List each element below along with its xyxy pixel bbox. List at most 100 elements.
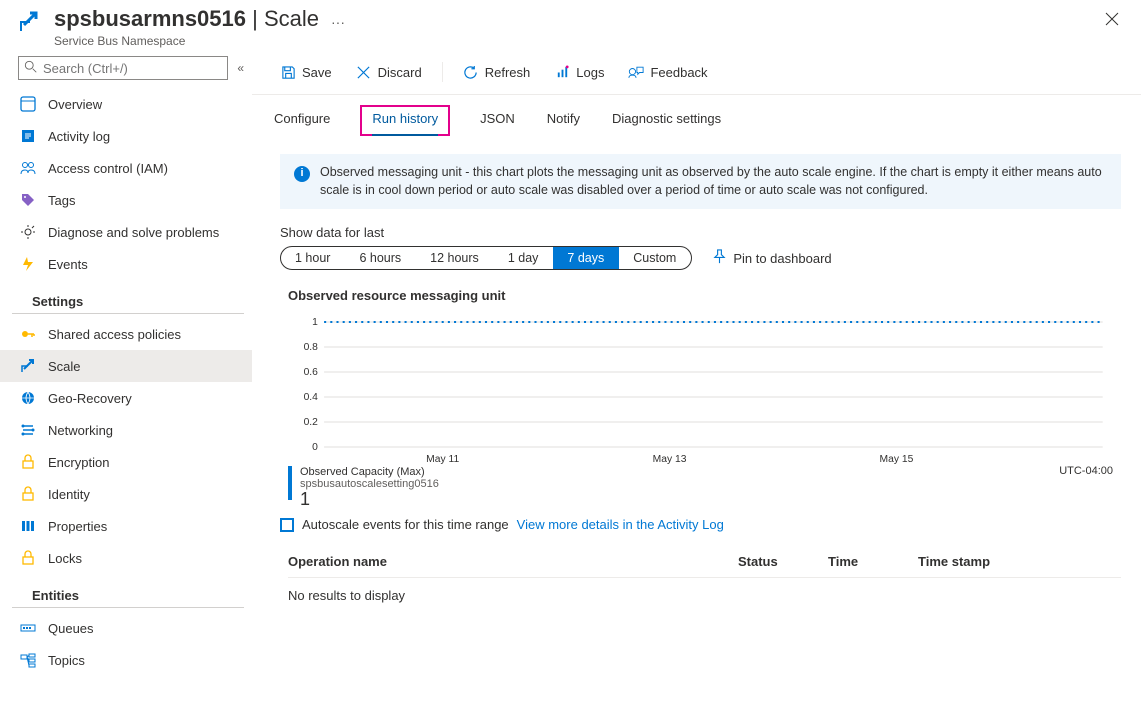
svg-text:0.6: 0.6 [304,367,319,378]
diagnose-icon [20,224,36,240]
sidebar-item-scale[interactable]: Scale [0,350,252,382]
tab-json[interactable]: JSON [478,105,517,136]
timerange-option-1-day[interactable]: 1 day [494,247,554,269]
svg-text:0.8: 0.8 [304,342,319,353]
sidebar-item-queues[interactable]: Queues [0,612,252,644]
sidebar-item-access-control-iam-[interactable]: Access control (IAM) [0,152,252,184]
feedback-button[interactable]: Feedback [620,60,715,84]
page-title: spsbusarmns0516 | Scale [54,6,319,32]
search-icon [24,60,38,77]
sidebar-item-label: Queues [48,621,94,636]
svg-text:May 13: May 13 [653,454,687,465]
overview-icon [20,96,36,112]
sidebar-item-geo-recovery[interactable]: Geo-Recovery [0,382,252,414]
timerange-option-7-days[interactable]: 7 days [553,247,619,269]
more-button[interactable]: ··· [331,6,345,30]
sidebar-item-events[interactable]: Events [0,248,252,280]
sidebar-item-overview[interactable]: Overview [0,88,252,120]
geo-icon [20,390,36,406]
info-icon: i [294,166,310,182]
logs-icon [554,64,570,80]
discard-icon [356,64,372,80]
sidebar-item-locks[interactable]: Locks [0,542,252,574]
timerange-option-12-hours[interactable]: 12 hours [416,247,494,269]
table-empty-row: No results to display [288,578,1121,613]
identity-icon [20,486,36,502]
chart-timezone: UTC-04:00 [1059,465,1113,477]
tab-run-history[interactable]: Run history [360,105,450,136]
tab-diagnostic-settings[interactable]: Diagnostic settings [610,105,723,136]
sidebar-item-label: Encryption [48,455,109,470]
timerange-label: Show data for last [252,209,1141,246]
timerange-selector[interactable]: 1 hour6 hours12 hours1 day7 daysCustom [280,246,692,270]
sidebar-item-label: Scale [48,359,81,374]
sidebar-item-label: Tags [48,193,75,208]
lock-icon [20,454,36,470]
sidebar-item-label: Activity log [48,129,110,144]
logs-button[interactable]: Logs [546,60,612,84]
page-subtitle: Service Bus Namespace [54,34,319,48]
timerange-option-6-hours[interactable]: 6 hours [345,247,416,269]
tab-configure[interactable]: Configure [272,105,332,136]
sidebar-item-label: Networking [48,423,113,438]
sidebar-item-identity[interactable]: Identity [0,478,252,510]
locks-icon [20,550,36,566]
svg-text:0.4: 0.4 [304,392,319,403]
search-input[interactable] [18,56,228,80]
activitylog-icon [20,128,36,144]
resource-icon [18,10,42,34]
sidebar-item-label: Topics [48,653,85,668]
props-icon [20,518,36,534]
close-button[interactable] [1099,6,1125,37]
sidebar-item-topics[interactable]: Topics [0,644,252,676]
autoscale-events-label: Autoscale events for this time range [302,517,509,532]
timerange-option-custom[interactable]: Custom [619,247,691,269]
tags-icon [20,192,36,208]
topics-icon [20,652,36,668]
sidebar-item-diagnose-and-solve-problems[interactable]: Diagnose and solve problems [0,216,252,248]
sidebar-item-tags[interactable]: Tags [0,184,252,216]
sidebar-item-label: Overview [48,97,102,112]
net-icon [20,422,36,438]
activity-log-link[interactable]: View more details in the Activity Log [517,517,724,532]
svg-text:May 11: May 11 [426,454,459,465]
info-banner: i Observed messaging unit - this chart p… [280,154,1121,209]
feedback-icon [628,64,644,80]
chart-title: Observed resource messaging unit [252,270,1141,307]
pin-to-dashboard-button[interactable]: Pin to dashboard [712,249,831,267]
iam-icon [20,160,36,176]
nav-section-settings: Settings [12,280,244,314]
sidebar-item-label: Shared access policies [48,327,181,342]
pin-icon [712,249,727,267]
table-header: Operation name Status Time Time stamp [288,546,1121,578]
sidebar-item-label: Access control (IAM) [48,161,168,176]
discard-button[interactable]: Discard [348,60,430,84]
sidebar-item-activity-log[interactable]: Activity log [0,120,252,152]
save-button[interactable]: Save [272,60,340,84]
tab-notify[interactable]: Notify [545,105,582,136]
nav-section-entities: Entities [12,574,244,608]
refresh-button[interactable]: Refresh [455,60,539,84]
sidebar-item-label: Identity [48,487,90,502]
autoscale-events-icon [280,518,294,532]
sidebar-item-networking[interactable]: Networking [0,414,252,446]
sidebar-item-encryption[interactable]: Encryption [0,446,252,478]
chart-area[interactable]: 0 0.2 0.4 0.6 0.8 1 May 11 May 13 May 15 UTC-04:… [288,317,1113,487]
sidebar-item-label: Geo-Recovery [48,391,132,406]
refresh-icon [463,64,479,80]
chart-legend: Observed Capacity (Max) spsbusautoscales… [288,466,1113,510]
timerange-option-1-hour[interactable]: 1 hour [281,247,345,269]
svg-text:0.2: 0.2 [304,417,319,428]
svg-text:0: 0 [312,442,318,453]
sidebar-item-shared-access-policies[interactable]: Shared access policies [0,318,252,350]
save-icon [280,64,296,80]
collapse-sidebar-button[interactable]: « [237,61,244,75]
scale-icon [20,358,36,374]
sidebar-item-label: Events [48,257,88,272]
sidebar-item-label: Diagnose and solve problems [48,225,219,240]
svg-text:May 15: May 15 [880,454,914,465]
sidebar-item-properties[interactable]: Properties [0,510,252,542]
svg-text:1: 1 [312,317,318,328]
sidebar-item-label: Properties [48,519,107,534]
sidebar-item-label: Locks [48,551,82,566]
